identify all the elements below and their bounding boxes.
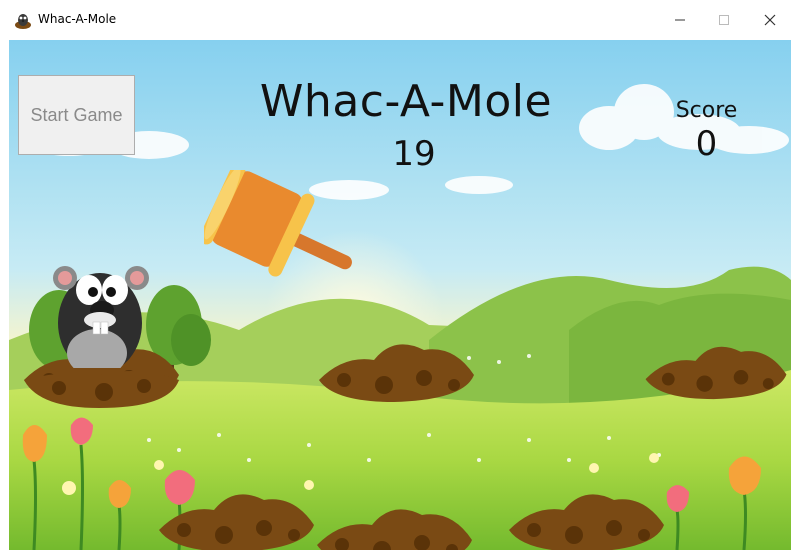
minimize-button[interactable] <box>657 0 703 39</box>
mole-hole[interactable] <box>314 330 479 410</box>
window-title: Whac-A-Mole <box>38 12 117 26</box>
close-button[interactable] <box>747 0 793 39</box>
maximize-button[interactable] <box>701 0 747 39</box>
mole-hole[interactable] <box>312 495 477 550</box>
mole-hole-front <box>24 371 179 408</box>
hammer-icon <box>204 170 352 277</box>
mole-hole[interactable] <box>641 330 791 410</box>
minimize-icon <box>675 19 685 20</box>
mole-hole[interactable] <box>154 480 319 550</box>
title-bar: Whac-A-Mole <box>0 0 797 39</box>
mole-hole[interactable] <box>504 480 669 550</box>
game-title: Whac-A-Mole <box>259 76 553 127</box>
score-label: Score <box>675 98 738 123</box>
maximize-icon <box>719 14 729 25</box>
score-value: 0 <box>695 124 718 164</box>
mole-app-icon <box>15 14 31 29</box>
game-canvas[interactable]: Start Game Whac-A-Mole 19 Score 0 <box>9 40 791 550</box>
close-icon <box>764 14 776 25</box>
start-game-button[interactable]: Start Game <box>18 75 135 155</box>
timer-value: 19 <box>392 134 436 174</box>
